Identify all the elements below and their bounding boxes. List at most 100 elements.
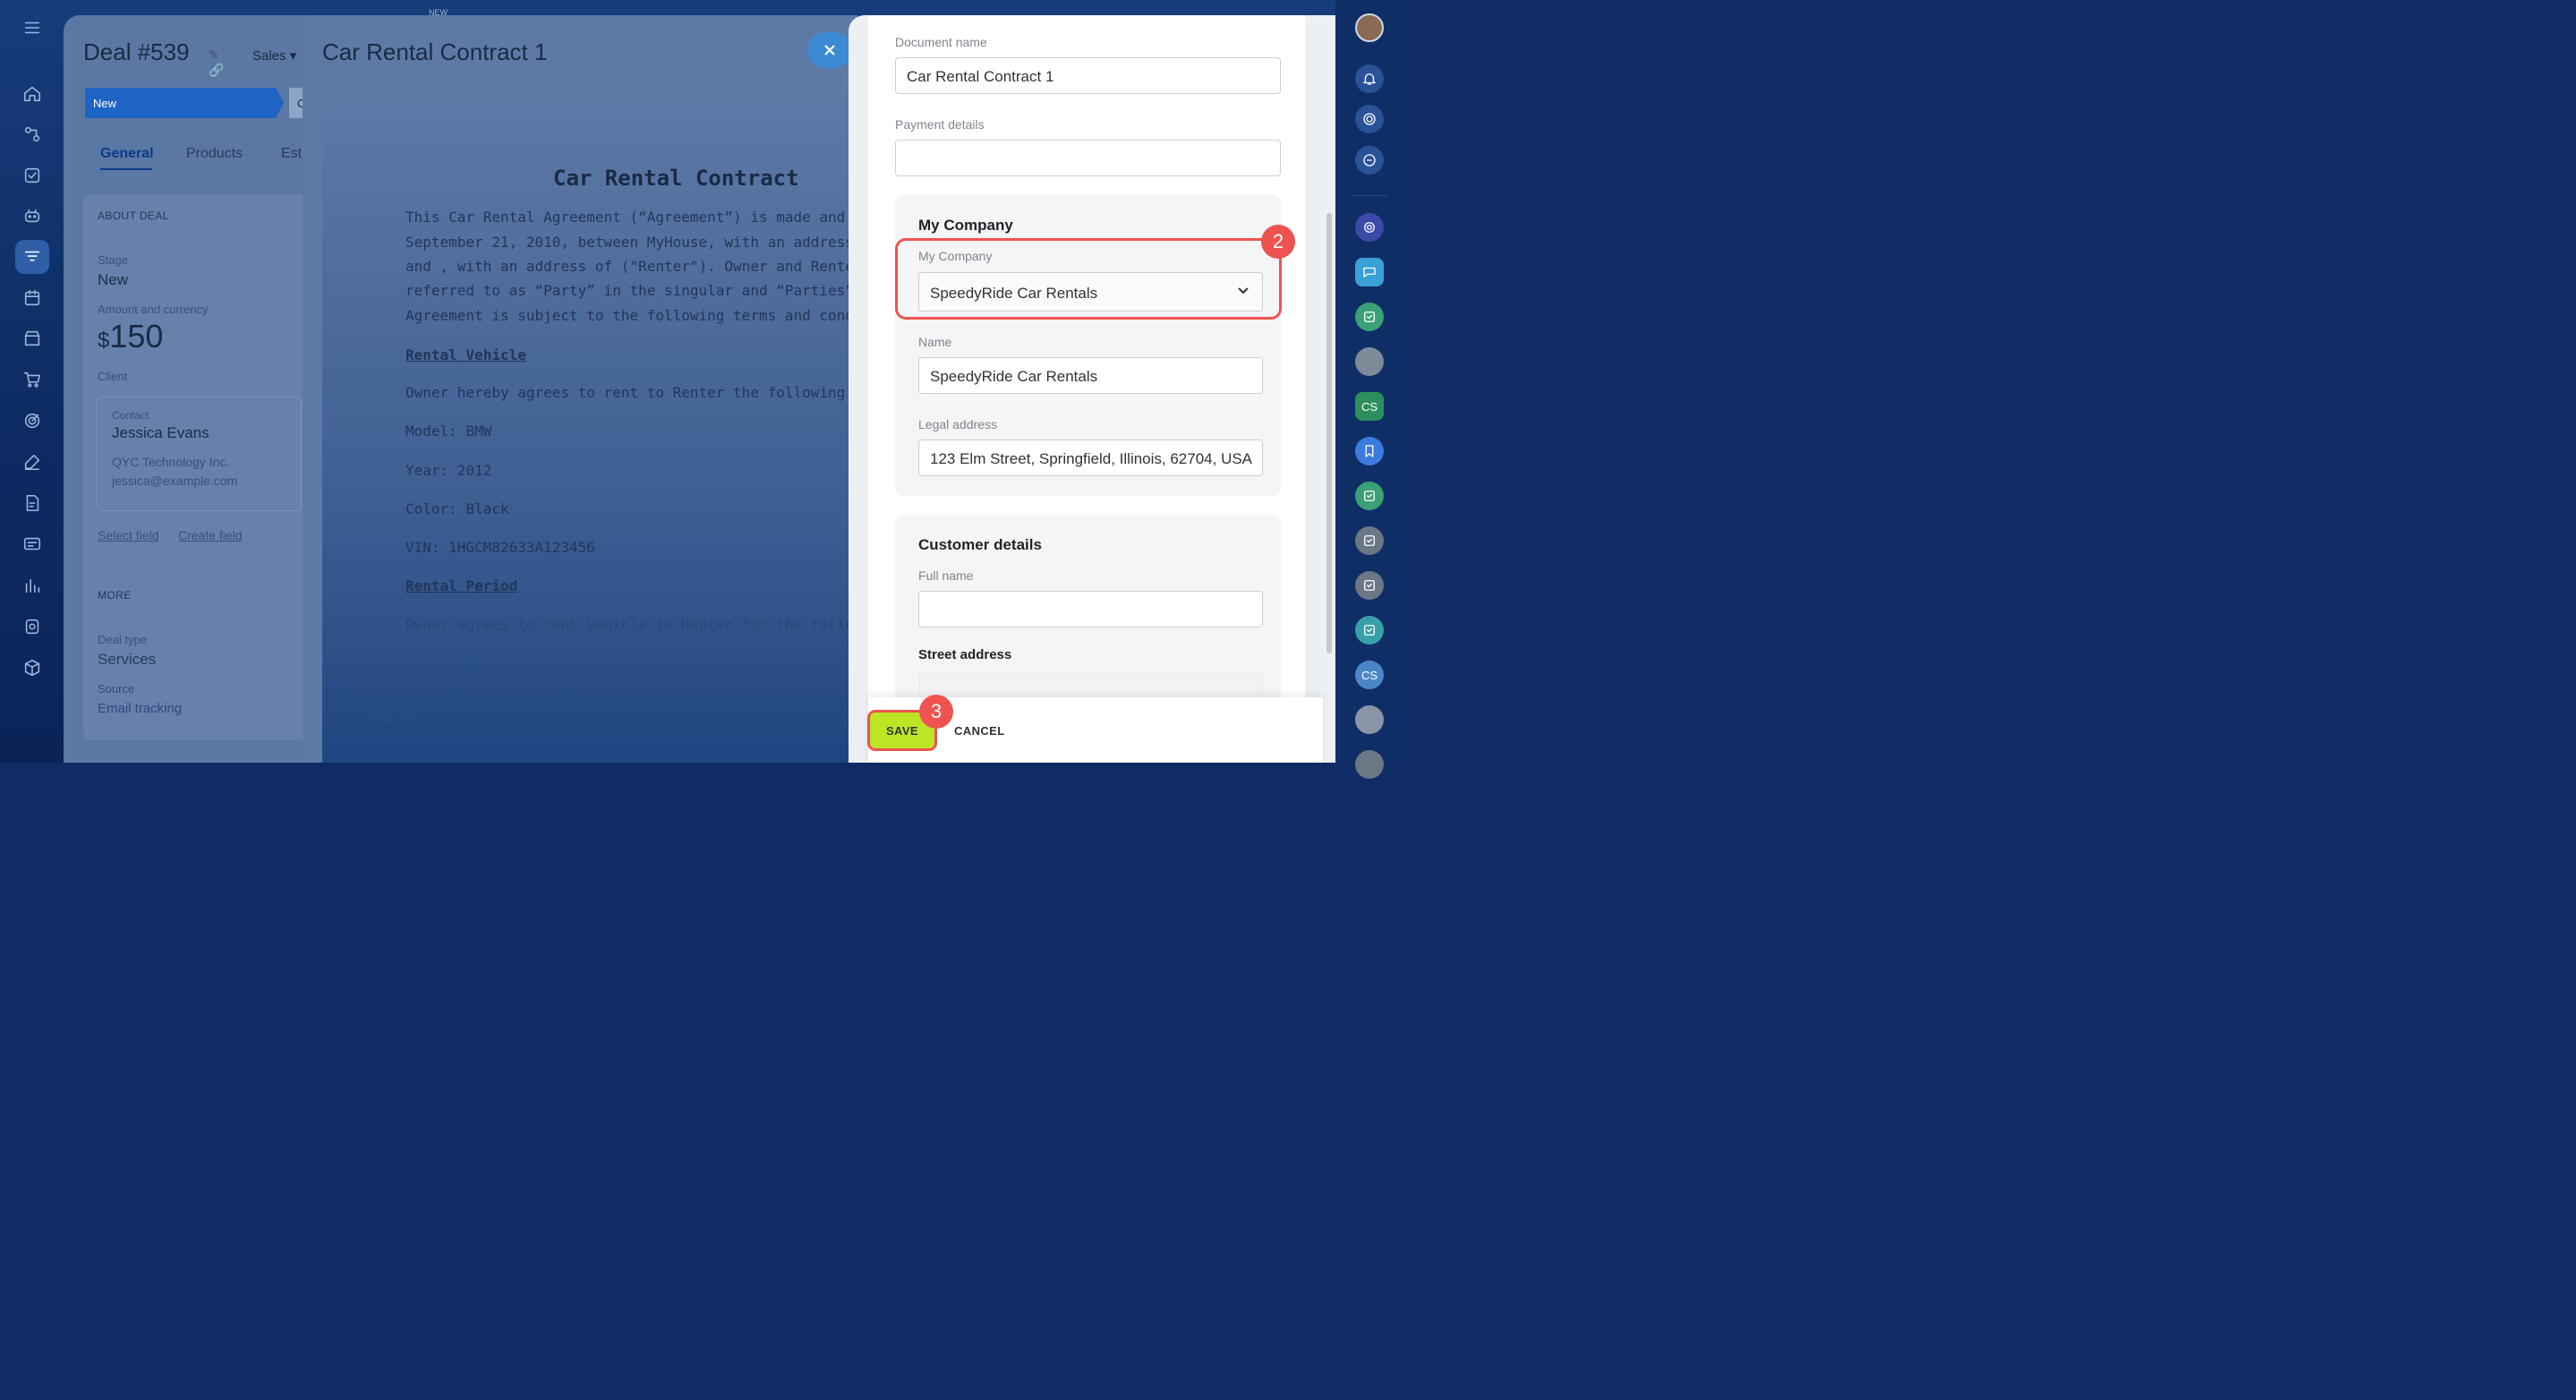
home-icon[interactable]	[15, 77, 49, 111]
section-rental-period: Rental Period	[405, 577, 518, 594]
user-avatar[interactable]	[1355, 750, 1384, 779]
about-heading: ABOUT DEAL	[98, 209, 169, 222]
full-name-input[interactable]	[918, 591, 1263, 627]
stage-new[interactable]: New	[85, 88, 284, 118]
task-icon[interactable]	[1355, 571, 1384, 600]
paragraph-line: referred to as “Party” in the singular a…	[405, 282, 857, 299]
pipeline-selector[interactable]: Sales ▾	[252, 47, 296, 64]
box-icon[interactable]	[15, 651, 49, 685]
flow-icon[interactable]	[15, 117, 49, 151]
start-date: Start Date: 26/09/2025	[405, 655, 595, 672]
my-company-heading: My Company	[918, 217, 1013, 234]
menu-icon[interactable]	[15, 11, 49, 45]
paragraph-line: Owner hereby agrees to rent to Renter th…	[405, 384, 857, 401]
paragraph-line: and , with an address of ("Renter"). Own…	[405, 258, 857, 275]
name-input[interactable]: SpeedyRide Car Rentals	[918, 357, 1263, 394]
my-company-label: My Company	[918, 249, 993, 263]
select-field-link[interactable]: Select field	[98, 528, 158, 542]
vehicle-vin: VIN: 1HGCM82633A123456	[405, 539, 595, 556]
chat-icon[interactable]	[15, 527, 49, 561]
source-label: Source	[98, 682, 135, 696]
settings-icon[interactable]	[15, 610, 49, 644]
left-sidebar	[0, 0, 63, 763]
tab-general[interactable]: General	[100, 146, 154, 162]
chevron-down-icon	[1238, 287, 1249, 295]
bookmark-icon[interactable]	[1355, 437, 1384, 465]
sign-icon[interactable]	[15, 445, 49, 479]
docs-icon[interactable]	[15, 486, 49, 520]
client-label: Client	[98, 370, 128, 383]
contact-name[interactable]: Jessica Evans	[112, 424, 209, 442]
crm-funnel-icon[interactable]	[15, 240, 49, 274]
street-address-heading: Street address	[918, 647, 1012, 662]
tasks-icon[interactable]	[15, 158, 49, 192]
payment-details-input[interactable]	[895, 140, 1281, 176]
cs-hex-icon[interactable]: CS	[1355, 392, 1384, 421]
document-name-label: Document name	[895, 35, 987, 49]
target-icon[interactable]	[15, 404, 49, 438]
deal-type-value: Services	[98, 651, 157, 668]
customer-details-heading: Customer details	[918, 536, 1042, 553]
deal-panel: Deal #539 ✎ 🔗 Sales ▾ New C General Prod…	[64, 15, 332, 763]
legal-address-label: Legal address	[918, 417, 997, 431]
edit-icon[interactable]: ✎ 🔗	[209, 47, 234, 78]
payment-details-label: Payment details	[895, 117, 985, 132]
document-page: Car Rental Contract This Car Rental Agre…	[322, 87, 857, 763]
source-value: Email tracking	[98, 701, 183, 716]
full-name-label: Full name	[918, 568, 974, 583]
paragraph-line: September 21, 2010, between MyHouse, wit…	[405, 234, 857, 251]
deal-type-label: Deal type	[98, 633, 147, 646]
robot-icon[interactable]	[15, 199, 49, 233]
cart-icon[interactable]	[15, 363, 49, 397]
right-sidebar: CS CS	[1335, 0, 1403, 779]
task-icon[interactable]	[1355, 616, 1384, 645]
name-label: Name	[918, 335, 952, 349]
amount-value: $150	[98, 318, 164, 354]
close-button[interactable]	[807, 32, 852, 68]
amount-label: Amount and currency	[98, 303, 209, 316]
user-avatar[interactable]	[1355, 347, 1384, 376]
section-rental-vehicle: Rental Vehicle	[405, 346, 526, 363]
store-icon[interactable]	[15, 321, 49, 355]
task-icon[interactable]	[1355, 526, 1384, 555]
paragraph-line: Agreement is subject to the following te…	[405, 307, 857, 324]
close-icon	[824, 45, 835, 55]
page-counter: Page 1/2	[367, 713, 419, 726]
vehicle-color: Color: Black	[405, 500, 509, 517]
cancel-button[interactable]: CANCEL	[954, 724, 1005, 738]
form-scrollbar[interactable]	[1326, 213, 1332, 653]
my-company-select[interactable]: SpeedyRide Car Rentals	[918, 272, 1263, 312]
contact-email: jessica@example.com	[112, 474, 238, 488]
task-icon[interactable]	[1355, 482, 1384, 510]
bell-icon[interactable]	[1355, 64, 1384, 93]
tab-products[interactable]: Products	[186, 146, 243, 162]
chat-icon[interactable]	[1355, 258, 1384, 286]
legal-address-input[interactable]: 123 Elm Street, Springfield, Illinois, 6…	[918, 440, 1263, 476]
document-name-input[interactable]: Car Rental Contract 1	[895, 57, 1281, 94]
task-icon[interactable]	[1355, 303, 1384, 331]
more-heading: MORE	[98, 589, 132, 602]
avatar[interactable]	[1355, 13, 1384, 42]
cs-avatar[interactable]: CS	[1355, 661, 1384, 689]
divider	[1352, 195, 1387, 196]
user-avatar[interactable]	[1355, 705, 1384, 734]
document-title: Car Rental Contract	[553, 166, 799, 191]
search-chat-icon[interactable]	[1355, 146, 1384, 175]
target-icon[interactable]	[1355, 105, 1384, 133]
calendar-icon[interactable]	[15, 281, 49, 315]
paragraph-line: This Car Rental Agreement (“Agreement”) …	[405, 209, 857, 226]
copilot-icon[interactable]	[1355, 213, 1384, 242]
vehicle-year: Year: 2012	[405, 462, 492, 479]
tab-estimates[interactable]: Est	[281, 146, 302, 162]
contact-company: QYC Technology Inc.	[112, 455, 230, 469]
stage-label: Stage	[98, 253, 128, 267]
paragraph-line: Owner agrees to rent Vehicle to Renter f…	[405, 616, 857, 633]
step-badge-2: 2	[1261, 225, 1295, 259]
tab-underline	[100, 168, 152, 170]
document-preview-panel: Car Rental Contract 1 Car Rental Contrac…	[303, 15, 857, 763]
contact-label: Contact	[112, 409, 149, 422]
create-field-link[interactable]: Create field	[178, 528, 243, 542]
vehicle-model: Model: BMW	[405, 423, 492, 440]
step-badge-3: 3	[919, 695, 953, 729]
analytics-icon[interactable]	[15, 568, 49, 602]
